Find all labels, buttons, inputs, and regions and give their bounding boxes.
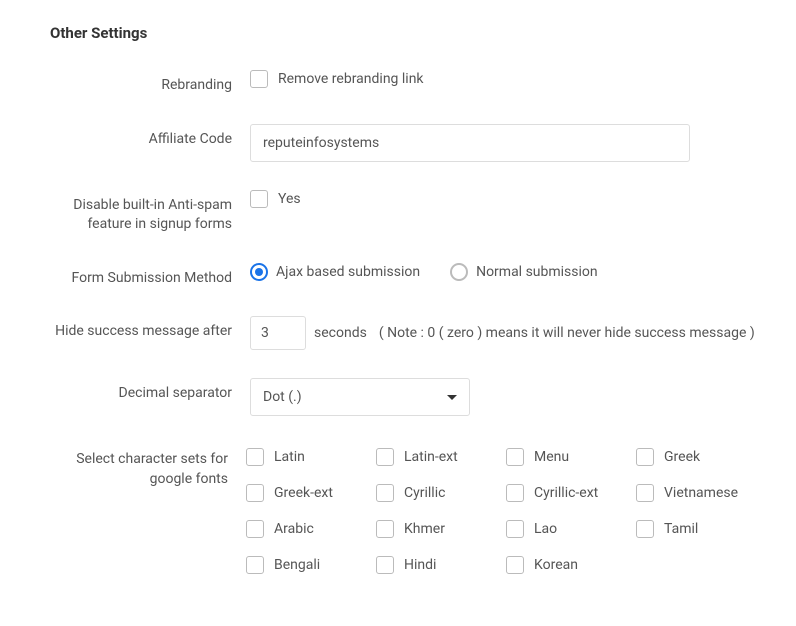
submission-normal-radio[interactable] — [450, 263, 468, 281]
charset-label: Korean — [534, 557, 578, 573]
charset-checkbox[interactable] — [636, 484, 654, 502]
charsets-grid: Latin Latin-ext Menu Greek Greek-ext Cyrillic… — [246, 444, 756, 574]
charset-label: Menu — [534, 449, 569, 465]
charset-item: Khmer — [376, 520, 496, 538]
affiliate-input[interactable] — [250, 124, 690, 162]
row-decimal: Decimal separator Dot (.) — [40, 378, 756, 416]
decimal-select-value: Dot (.) — [263, 389, 302, 405]
charset-checkbox[interactable] — [636, 520, 654, 538]
charset-checkbox[interactable] — [376, 556, 394, 574]
charset-label: Greek-ext — [274, 485, 333, 501]
charsets-control: Latin Latin-ext Menu Greek Greek-ext Cyrillic… — [246, 444, 756, 574]
charset-item: Greek-ext — [246, 484, 366, 502]
charset-label: Arabic — [274, 521, 314, 537]
charset-checkbox[interactable] — [506, 556, 524, 574]
antispam-checkbox[interactable] — [250, 190, 268, 208]
charset-item: Korean — [506, 556, 626, 574]
antispam-checkbox-label: Yes — [278, 191, 301, 207]
hide-success-unit: seconds — [314, 325, 367, 341]
charset-label: Cyrillic-ext — [534, 485, 598, 501]
charset-checkbox[interactable] — [376, 520, 394, 538]
affiliate-label: Affiliate Code — [40, 124, 250, 150]
charset-item: Tamil — [636, 520, 756, 538]
submission-normal-wrap: Normal submission — [450, 263, 598, 281]
hide-success-control: seconds ( Note : 0 ( zero ) means it wil… — [250, 316, 756, 350]
row-rebranding: Rebranding Remove rebranding link — [40, 70, 756, 96]
charset-item: Hindi — [376, 556, 496, 574]
charset-item: Latin — [246, 448, 366, 466]
rebranding-checkbox-label: Remove rebranding link — [278, 71, 424, 87]
charset-item: Vietnamese — [636, 484, 756, 502]
charset-item: Lao — [506, 520, 626, 538]
charset-label: Hindi — [404, 557, 436, 573]
decimal-control: Dot (.) — [250, 378, 756, 416]
rebranding-control: Remove rebranding link — [250, 70, 756, 88]
charset-label: Vietnamese — [664, 485, 738, 501]
chevron-down-icon — [447, 395, 457, 400]
charset-item: Arabic — [246, 520, 366, 538]
charset-item: Bengali — [246, 556, 366, 574]
submission-normal-label: Normal submission — [476, 264, 598, 280]
charset-label: Latin — [274, 449, 305, 465]
hide-success-note: ( Note : 0 ( zero ) means it will never … — [379, 325, 755, 341]
charset-checkbox[interactable] — [246, 448, 264, 466]
antispam-label: Disable built-in Anti-spam feature in si… — [40, 190, 250, 235]
charset-checkbox[interactable] — [376, 484, 394, 502]
charset-checkbox[interactable] — [246, 520, 264, 538]
decimal-select[interactable]: Dot (.) — [250, 378, 470, 416]
charset-checkbox[interactable] — [636, 448, 654, 466]
submission-label: Form Submission Method — [40, 263, 250, 289]
charset-item: Greek — [636, 448, 756, 466]
charset-label: Tamil — [664, 521, 698, 537]
section-title: Other Settings — [40, 24, 756, 42]
row-affiliate: Affiliate Code — [40, 124, 756, 162]
hide-success-label: Hide success message after — [40, 316, 250, 342]
charset-label: Cyrillic — [404, 485, 445, 501]
charset-checkbox[interactable] — [506, 520, 524, 538]
charset-checkbox[interactable] — [376, 448, 394, 466]
charset-checkbox[interactable] — [246, 484, 264, 502]
charset-checkbox[interactable] — [506, 448, 524, 466]
decimal-label: Decimal separator — [40, 378, 250, 404]
row-antispam: Disable built-in Anti-spam feature in si… — [40, 190, 756, 235]
charset-item: Cyrillic-ext — [506, 484, 626, 502]
charsets-label: Select character sets for google fonts — [40, 444, 246, 489]
charset-label: Lao — [534, 521, 557, 537]
submission-ajax-wrap: Ajax based submission — [250, 263, 420, 281]
charset-label: Greek — [664, 449, 700, 465]
submission-ajax-radio[interactable] — [250, 263, 268, 281]
row-charsets: Select character sets for google fonts L… — [40, 444, 756, 574]
charset-label: Bengali — [274, 557, 320, 573]
charset-checkbox[interactable] — [246, 556, 264, 574]
submission-ajax-label: Ajax based submission — [276, 264, 420, 280]
row-submission: Form Submission Method Ajax based submis… — [40, 263, 756, 289]
rebranding-label: Rebranding — [40, 70, 250, 96]
charset-label: Khmer — [404, 521, 445, 537]
row-hide-success: Hide success message after seconds ( Not… — [40, 316, 756, 350]
submission-control: Ajax based submission Normal submission — [250, 263, 756, 281]
hide-success-input[interactable] — [250, 316, 306, 350]
antispam-control: Yes — [250, 190, 756, 208]
charset-checkbox[interactable] — [506, 484, 524, 502]
affiliate-control — [250, 124, 756, 162]
rebranding-checkbox[interactable] — [250, 70, 268, 88]
charset-item: Latin-ext — [376, 448, 496, 466]
charset-label: Latin-ext — [404, 449, 458, 465]
charset-item: Cyrillic — [376, 484, 496, 502]
charset-item: Menu — [506, 448, 626, 466]
